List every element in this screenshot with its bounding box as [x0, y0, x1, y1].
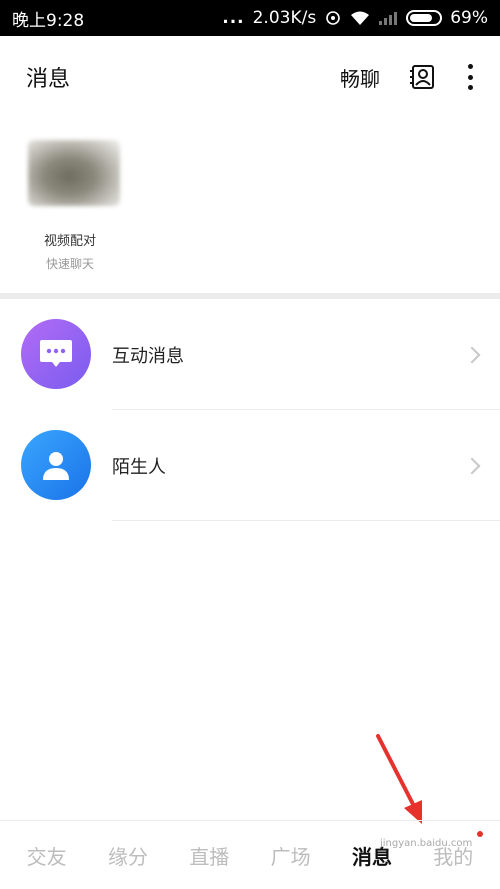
sync-icon	[326, 11, 341, 25]
page-title: 消息	[26, 67, 71, 92]
nav-tab-square[interactable]: 广场	[267, 841, 315, 870]
person-icon	[43, 452, 69, 480]
list-item-interactive-messages[interactable]: 互动消息	[0, 299, 500, 410]
battery-icon	[406, 10, 443, 26]
contacts-icon[interactable]	[410, 64, 436, 90]
more-options-icon[interactable]	[466, 64, 474, 90]
app-header: 消息 畅聊	[0, 36, 500, 118]
chevron-right-icon	[463, 346, 481, 363]
status-bar: 晚上9:28 ... 2.03K/s 69%	[0, 0, 500, 36]
video-match-label: 视频配对	[43, 234, 96, 249]
watermark: jingyan.baidu.com	[380, 838, 473, 849]
signal-icon	[379, 12, 398, 25]
battery-percent: 69%	[450, 8, 488, 28]
nav-tab-fate[interactable]: 缘分	[104, 841, 152, 870]
status-right: ... 2.03K/s 69%	[222, 8, 488, 28]
network-speed: 2.03K/s	[252, 8, 317, 28]
chat-link-button[interactable]: 畅聊	[340, 63, 380, 92]
video-match-section[interactable]: 视频配对 快速聊天	[0, 118, 500, 293]
wifi-icon	[351, 11, 370, 25]
header-actions: 畅聊	[340, 63, 474, 92]
status-time: 晚上9:28	[12, 10, 85, 31]
video-match-subtitle: 快速聊天	[45, 257, 94, 271]
list-divider	[112, 520, 500, 521]
list-item-strangers[interactable]: 陌生人	[0, 410, 500, 521]
status-dots: ...	[222, 8, 245, 28]
list-item-label: 互动消息	[112, 345, 184, 367]
bottom-nav: 交友 缘分 直播 广场 消息 我的	[0, 820, 500, 889]
nav-tab-friends[interactable]: 交友	[23, 841, 71, 870]
chat-bubble-icon	[40, 340, 72, 367]
interactive-messages-avatar	[21, 319, 91, 389]
notification-dot	[477, 830, 484, 837]
list-item-label: 陌生人	[112, 456, 166, 478]
nav-tab-live[interactable]: 直播	[185, 841, 233, 870]
annotation-arrow-icon	[376, 734, 422, 824]
strangers-avatar	[21, 430, 91, 500]
video-match-thumbnail[interactable]	[28, 140, 120, 206]
chevron-right-icon	[463, 457, 481, 474]
